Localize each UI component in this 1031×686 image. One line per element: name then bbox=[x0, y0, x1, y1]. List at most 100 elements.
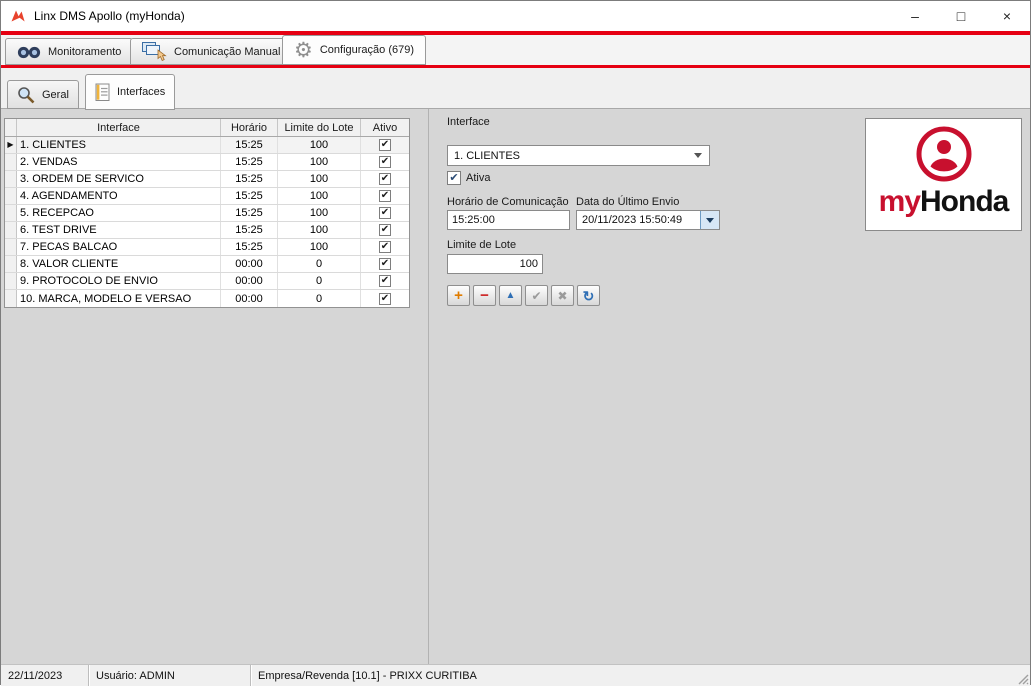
cell-ativo bbox=[361, 154, 409, 170]
ativo-checkbox[interactable] bbox=[379, 292, 391, 305]
cell-ativo bbox=[361, 137, 409, 153]
data-ultimo-envio-picker[interactable]: 20/11/2023 15:50:49 bbox=[576, 210, 720, 230]
logo-honda: Honda bbox=[920, 185, 1009, 218]
refresh-button[interactable]: ↻ bbox=[577, 285, 600, 306]
add-button[interactable]: + bbox=[447, 285, 470, 306]
limite-lote-label: Limite de Lote bbox=[447, 239, 517, 251]
cell-horario: 00:00 bbox=[221, 256, 278, 272]
cell-ativo bbox=[361, 273, 409, 289]
cell-limite: 100 bbox=[278, 137, 361, 153]
table-row[interactable]: 2. VENDAS 15:25 100 bbox=[5, 154, 409, 171]
ativo-checkbox[interactable] bbox=[379, 139, 391, 151]
title-bar: Linx DMS Apollo (myHonda) – □ × bbox=[1, 1, 1030, 31]
cell-limite: 100 bbox=[278, 239, 361, 255]
table-row[interactable]: 3. ORDEM DE SERVICO 15:25 100 bbox=[5, 171, 409, 188]
ativo-checkbox[interactable] bbox=[379, 241, 391, 253]
cell-ativo bbox=[361, 205, 409, 221]
limite-lote-input[interactable] bbox=[447, 254, 543, 274]
tab-geral[interactable]: Geral bbox=[7, 80, 79, 109]
cancel-button[interactable]: ✖ bbox=[551, 285, 574, 306]
row-selector bbox=[5, 273, 17, 289]
table-row[interactable]: 6. TEST DRIVE 15:25 100 bbox=[5, 222, 409, 239]
status-user: Usuário: ADMIN bbox=[89, 665, 251, 686]
tab-label: Geral bbox=[42, 88, 69, 101]
ativo-checkbox[interactable] bbox=[379, 224, 391, 236]
cell-limite: 100 bbox=[278, 171, 361, 187]
check-icon: ✔ bbox=[531, 288, 542, 303]
table-header: Interface Horário Limite do Lote Ativo bbox=[5, 119, 409, 137]
resize-grip[interactable] bbox=[1016, 672, 1029, 685]
table-row[interactable]: 10. MARCA, MODELO E VERSAO 00:00 0 bbox=[5, 290, 409, 307]
sub-tab-bar: Geral Interfaces bbox=[1, 68, 1030, 110]
plus-icon: + bbox=[454, 287, 463, 304]
ativo-checkbox[interactable] bbox=[379, 173, 391, 185]
confirm-button[interactable]: ✔ bbox=[525, 285, 548, 306]
interface-label: Interface bbox=[447, 116, 490, 128]
cell-limite: 100 bbox=[278, 222, 361, 238]
header-ativo[interactable]: Ativo bbox=[361, 119, 409, 136]
tab-configuracao[interactable]: ⚙ Configuração (679) bbox=[282, 35, 426, 65]
header-selector bbox=[5, 119, 17, 136]
tab-monitoramento[interactable]: Monitoramento bbox=[5, 38, 134, 65]
row-selector: ▶ bbox=[5, 137, 17, 153]
ativo-checkbox[interactable] bbox=[379, 156, 391, 168]
cell-interface: 7. PECAS BALCAO bbox=[17, 239, 221, 255]
cell-interface: 8. VALOR CLIENTE bbox=[17, 256, 221, 272]
cell-ativo bbox=[361, 256, 409, 272]
interface-select[interactable]: 1. CLIENTES bbox=[447, 145, 710, 166]
row-selector bbox=[5, 154, 17, 170]
table-row[interactable]: ▶ 1. CLIENTES 15:25 100 bbox=[5, 137, 409, 154]
data-dropdown-button[interactable] bbox=[700, 211, 719, 229]
horario-comunicacao-input[interactable] bbox=[447, 210, 570, 230]
row-selector bbox=[5, 188, 17, 204]
tab-interfaces[interactable]: Interfaces bbox=[85, 74, 176, 110]
table-row[interactable]: 5. RECEPCAO 15:25 100 bbox=[5, 205, 409, 222]
header-interface[interactable]: Interface bbox=[17, 119, 221, 136]
chevron-down-icon bbox=[694, 153, 702, 158]
window-title: Linx DMS Apollo (myHonda) bbox=[34, 9, 185, 23]
cell-limite: 100 bbox=[278, 188, 361, 204]
up-arrow-icon: ▲ bbox=[505, 289, 516, 301]
ativo-checkbox[interactable] bbox=[379, 258, 391, 270]
ativo-checkbox[interactable] bbox=[379, 190, 391, 202]
ativa-checkbox-row: Ativa bbox=[447, 171, 490, 185]
x-icon: ✖ bbox=[557, 288, 568, 303]
minimize-button[interactable]: – bbox=[892, 1, 938, 31]
row-selector bbox=[5, 222, 17, 238]
ativo-checkbox[interactable] bbox=[379, 275, 391, 287]
move-up-button[interactable]: ▲ bbox=[499, 285, 522, 306]
cell-ativo bbox=[361, 188, 409, 204]
current-row-marker: ▶ bbox=[7, 140, 14, 149]
minus-icon: − bbox=[480, 287, 489, 304]
tab-label: Configuração (679) bbox=[319, 44, 414, 56]
cell-horario: 15:25 bbox=[221, 171, 278, 187]
status-date: 22/11/2023 bbox=[1, 665, 89, 686]
logo-my: my bbox=[878, 185, 921, 218]
data-ultimo-envio-label: Data do Último Envio bbox=[576, 196, 680, 208]
cell-limite: 0 bbox=[278, 256, 361, 272]
table-row[interactable]: 4. AGENDAMENTO 15:25 100 bbox=[5, 188, 409, 205]
maximize-button[interactable]: □ bbox=[938, 1, 984, 31]
status-company: Empresa/Revenda [10.1] - PRIXX CURITIBA bbox=[258, 669, 477, 682]
interface-select-value: 1. CLIENTES bbox=[454, 149, 521, 162]
ativo-checkbox[interactable] bbox=[379, 207, 391, 219]
tab-label: Interfaces bbox=[117, 86, 166, 98]
cell-interface: 2. VENDAS bbox=[17, 154, 221, 170]
document-icon bbox=[95, 83, 110, 101]
cell-horario: 00:00 bbox=[221, 273, 278, 289]
ativa-checkbox[interactable] bbox=[447, 171, 461, 185]
close-button[interactable]: × bbox=[984, 1, 1030, 31]
cell-limite: 100 bbox=[278, 205, 361, 221]
header-limite[interactable]: Limite do Lote bbox=[278, 119, 361, 136]
tab-comunicacao-manual[interactable]: Comunicação Manual bbox=[130, 38, 293, 65]
app-window: Linx DMS Apollo (myHonda) – □ × Monitora… bbox=[0, 0, 1031, 686]
remove-button[interactable]: − bbox=[473, 285, 496, 306]
cell-horario: 00:00 bbox=[221, 290, 278, 307]
ativa-label: Ativa bbox=[466, 172, 491, 184]
header-horario[interactable]: Horário bbox=[221, 119, 278, 136]
refresh-icon: ↻ bbox=[582, 287, 595, 304]
table-row[interactable]: 8. VALOR CLIENTE 00:00 0 bbox=[5, 256, 409, 273]
table-row[interactable]: 7. PECAS BALCAO 15:25 100 bbox=[5, 239, 409, 256]
cell-horario: 15:25 bbox=[221, 188, 278, 204]
table-row[interactable]: 9. PROTOCOLO DE ENVIO 00:00 0 bbox=[5, 273, 409, 290]
